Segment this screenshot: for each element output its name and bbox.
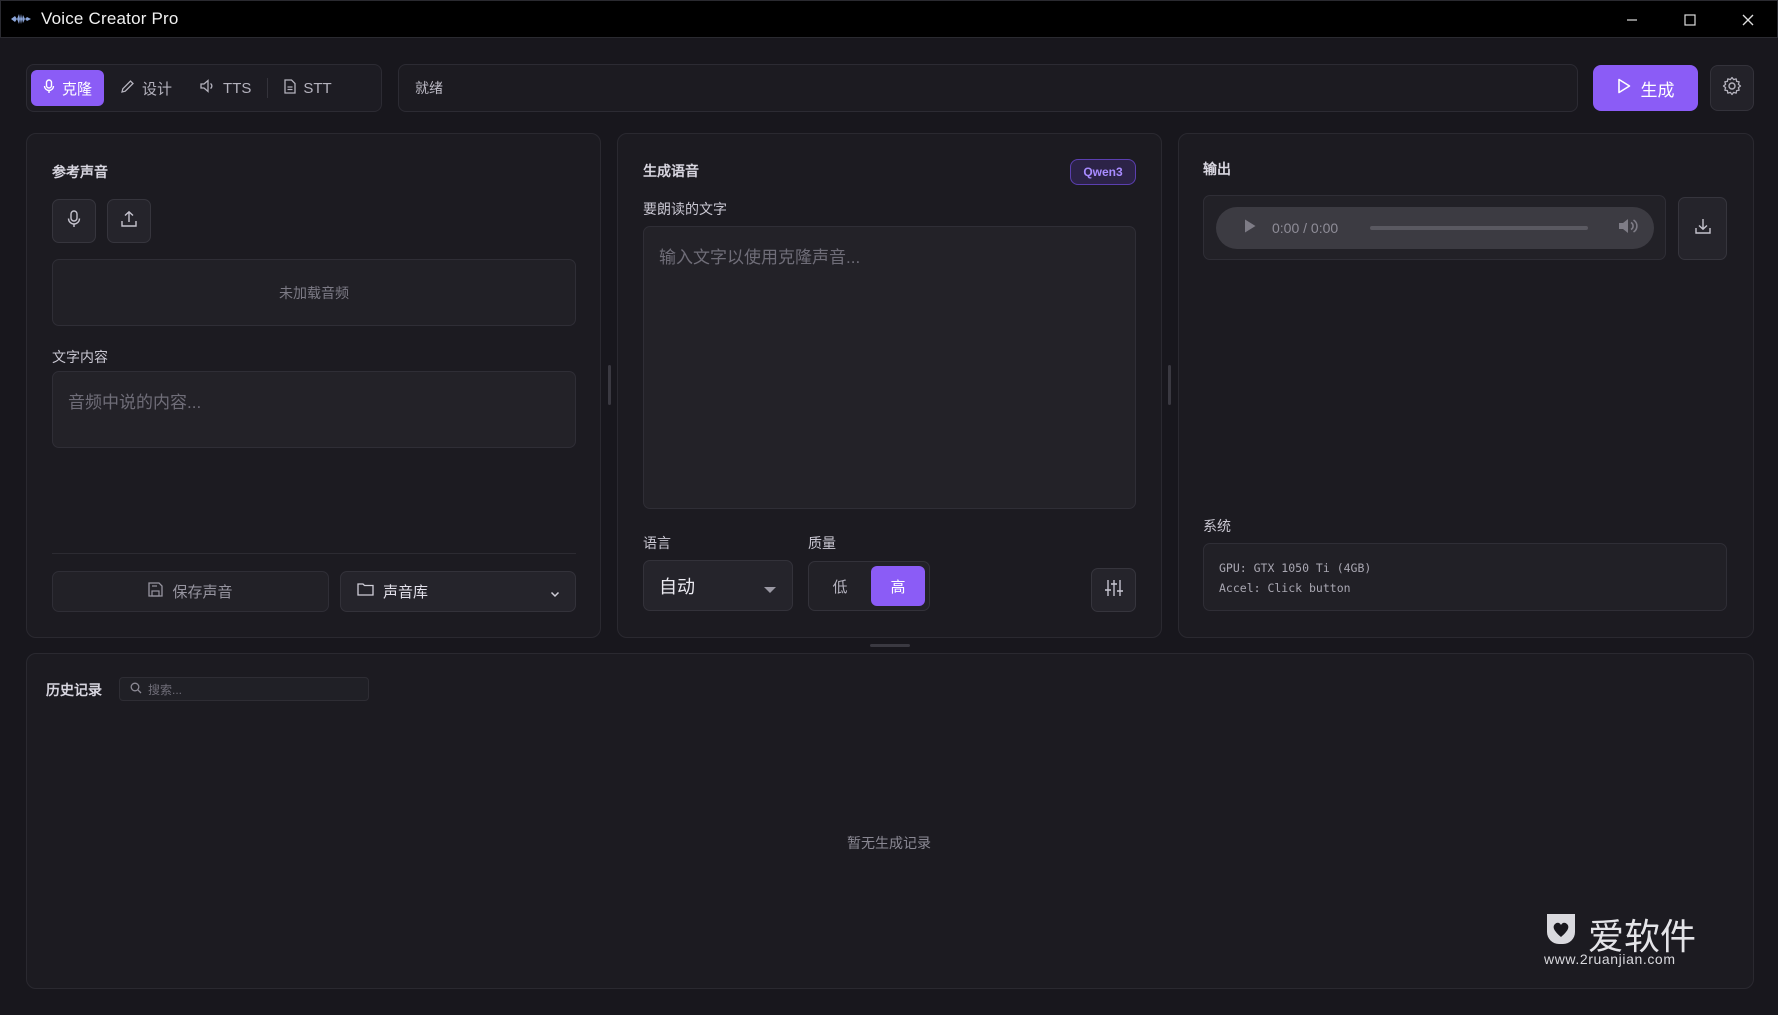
history-empty-text: 暂无生成记录: [847, 835, 931, 851]
status-text: 就绪: [415, 80, 443, 96]
speaker-icon: [200, 79, 216, 97]
tab-clone[interactable]: 克隆: [31, 70, 105, 106]
language-label: 语言: [643, 535, 671, 551]
generate-label: 生成: [1640, 80, 1675, 100]
chevron-down-icon: [550, 586, 560, 604]
language-value: 自动: [659, 576, 695, 597]
model-badge: Qwen3: [1070, 159, 1136, 185]
caret-down-icon: [764, 582, 776, 600]
language-select[interactable]: 自动: [643, 560, 793, 611]
output-title: 输出: [1203, 161, 1231, 177]
history-search-input[interactable]: 搜索...: [119, 677, 369, 701]
tab-divider: [267, 78, 269, 98]
maximize-button[interactable]: [1661, 1, 1719, 39]
tab-design[interactable]: 设计: [108, 70, 184, 106]
upload-button[interactable]: [107, 199, 151, 243]
generate-title: 生成语音: [643, 163, 699, 179]
voice-library-label: 声音库: [383, 584, 429, 601]
reference-text-input[interactable]: 音频中说的内容...: [52, 371, 576, 448]
player-progress-track[interactable]: [1370, 226, 1589, 230]
record-button[interactable]: [52, 199, 96, 243]
splitter-left[interactable]: [608, 365, 611, 405]
mic-icon: [43, 78, 55, 98]
no-audio-text: 未加载音频: [279, 284, 349, 301]
pencil-icon: [120, 79, 135, 98]
player-time: 0:00 / 0:00: [1272, 220, 1339, 236]
upload-icon: [120, 210, 138, 233]
watermark-logo-icon: [1542, 910, 1580, 951]
tab-design-label: 设计: [142, 80, 173, 98]
reference-title: 参考声音: [52, 164, 108, 180]
quality-toggle: 低 高: [808, 561, 930, 611]
generate-text-placeholder: 输入文字以使用克隆声音...: [659, 248, 861, 267]
reference-text-placeholder: 音频中说的内容...: [68, 393, 202, 412]
save-icon: [148, 581, 164, 602]
volume-icon[interactable]: [1618, 218, 1638, 239]
play-icon[interactable]: [1244, 219, 1256, 238]
reference-divider: [52, 553, 576, 554]
quality-label: 质量: [808, 535, 836, 551]
save-voice-button[interactable]: 保存声音: [52, 571, 329, 612]
text-content-label: 文字内容: [52, 349, 108, 365]
tab-tts[interactable]: TTS: [188, 70, 263, 106]
minimize-button[interactable]: [1603, 1, 1661, 39]
system-info-box: GPU: GTX 1050 Ti (4GB) Accel: Click butt…: [1203, 543, 1727, 611]
generate-button[interactable]: 生成: [1593, 65, 1698, 111]
tab-stt[interactable]: STT: [272, 70, 343, 106]
window-title: Voice Creator Pro: [41, 9, 179, 28]
audio-player: 0:00 / 0:00: [1216, 207, 1654, 249]
tab-clone-label: 克隆: [62, 80, 93, 98]
document-icon: [284, 78, 297, 98]
download-icon: [1694, 217, 1712, 240]
settings-button[interactable]: [1710, 65, 1754, 111]
history-panel: [26, 653, 1754, 989]
splitter-bottom[interactable]: [870, 644, 910, 647]
generate-text-input[interactable]: 输入文字以使用克隆声音...: [643, 226, 1136, 509]
voice-library-dropdown[interactable]: 声音库: [340, 571, 576, 612]
audio-drop-area[interactable]: 未加载音频: [52, 259, 576, 326]
mic-icon: [67, 209, 81, 233]
tab-stt-label: STT: [303, 79, 332, 97]
history-title: 历史记录: [46, 682, 102, 698]
search-placeholder: 搜索...: [148, 682, 183, 697]
read-text-label: 要朗读的文字: [643, 201, 727, 217]
status-bar: 就绪: [398, 64, 1578, 112]
quality-low-option[interactable]: 低: [813, 566, 867, 606]
system-gpu-line: GPU: GTX 1050 Ti (4GB): [1219, 561, 1372, 575]
play-icon: [1617, 78, 1631, 99]
download-button[interactable]: [1678, 197, 1727, 260]
quality-high-option[interactable]: 高: [871, 566, 925, 606]
tab-tts-label: TTS: [223, 79, 252, 97]
watermark-url: www.2ruanjian.com: [1544, 951, 1676, 967]
system-accel-line: Accel: Click button: [1219, 581, 1351, 595]
search-icon: [130, 682, 142, 697]
sliders-icon: [1104, 579, 1124, 602]
system-label: 系统: [1203, 518, 1231, 534]
watermark: 爱软件 www.2ruanjian.com: [1540, 908, 1720, 968]
app-logo-icon: [11, 12, 33, 26]
splitter-right[interactable]: [1168, 365, 1171, 405]
advanced-settings-button[interactable]: [1091, 568, 1136, 612]
close-button[interactable]: [1719, 1, 1777, 39]
folder-icon: [357, 582, 374, 601]
mode-tabs: 克隆 设计 TTS STT: [26, 64, 382, 112]
title-bar: Voice Creator Pro: [0, 0, 1778, 38]
gear-icon: [1722, 76, 1742, 101]
save-voice-label: 保存声音: [172, 584, 233, 601]
